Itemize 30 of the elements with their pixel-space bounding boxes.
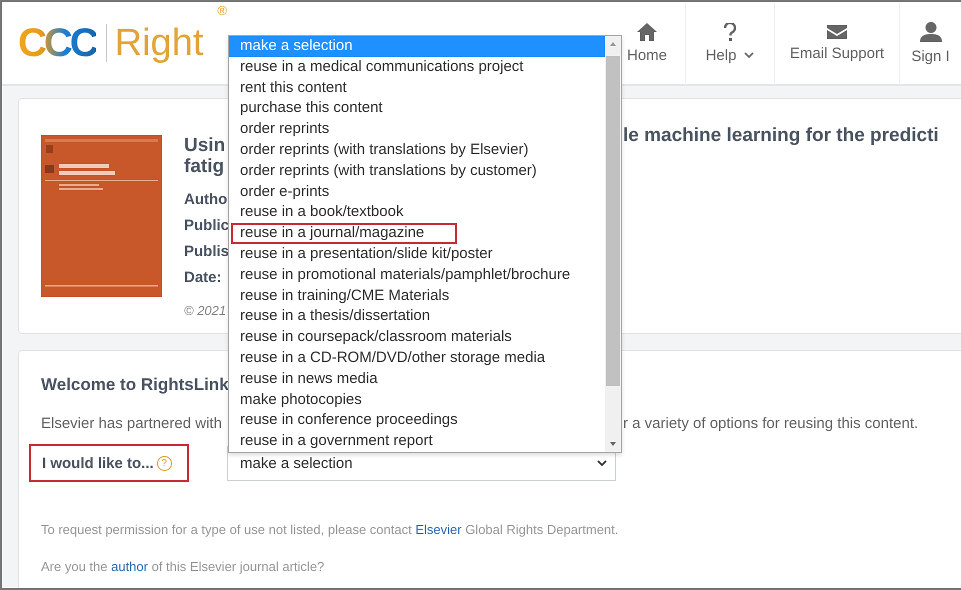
- meta-label: Autho: [184, 190, 228, 210]
- intro-text: Elsevier has partnered with: [41, 415, 222, 432]
- nav-link[interactable]: Home: [609, 2, 685, 85]
- help-icon: [724, 22, 736, 40]
- dropdown-option[interactable]: reuse in a journal/magazine: [231, 223, 457, 244]
- nav-link[interactable]: Email Support: [774, 2, 899, 85]
- nav-link[interactable]: Sign I: [899, 2, 961, 85]
- logo-word: Right: [114, 22, 204, 64]
- meta-label: Public: [184, 216, 228, 236]
- dropdown-option[interactable]: reuse in a government report: [229, 431, 605, 452]
- elsevier-link[interactable]: Elsevier: [415, 522, 462, 537]
- meta-label: Publis: [184, 242, 228, 262]
- intro-text: r a variety of options for reusing this content.: [623, 415, 918, 432]
- article-title: le machine learning for the predicti: [623, 125, 939, 148]
- article-title: fatig: [184, 156, 226, 177]
- copyright-text: © 2021: [184, 303, 228, 318]
- author-question: Are you the author of this Elsevier journal article?: [41, 559, 326, 574]
- registered-mark: ®: [217, 2, 227, 18]
- welcome-title: Welcome to RightsLink: [41, 375, 229, 395]
- home-icon: [637, 22, 657, 40]
- author-link[interactable]: author: [111, 559, 148, 574]
- chevron-down-icon: [597, 460, 607, 466]
- meta-label: Date:: [184, 268, 223, 288]
- note-text: To request permission for a type of use not listed, please contact Elsevier Global Rights Department.: [41, 522, 620, 537]
- mail-icon: [827, 24, 847, 38]
- scrollbar[interactable]: [605, 36, 621, 452]
- nav-link[interactable]: Help: [685, 2, 774, 85]
- article-title: Usin: [184, 135, 226, 156]
- user-icon: [920, 22, 942, 42]
- prompt-text: I would like to...: [42, 454, 154, 472]
